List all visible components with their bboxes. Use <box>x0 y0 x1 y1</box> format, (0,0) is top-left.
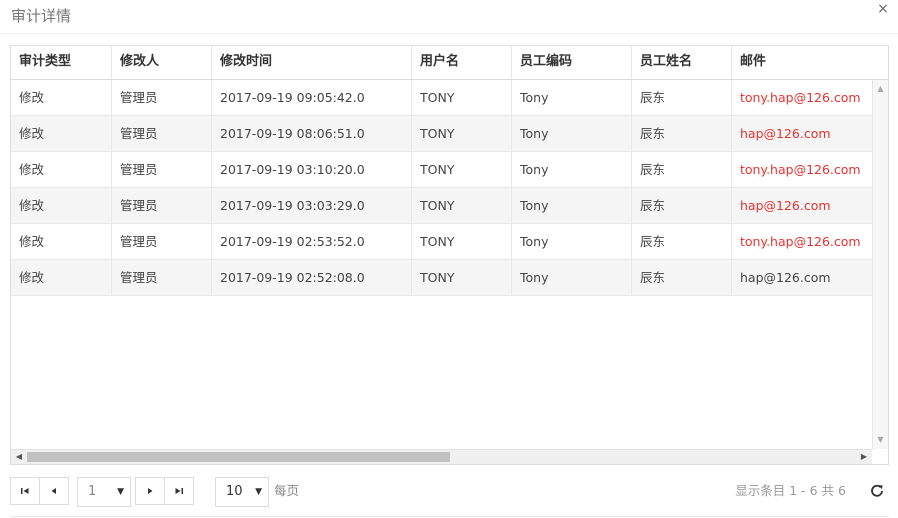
cell-employee-code: Tony <box>512 260 632 295</box>
next-page-icon[interactable] <box>135 477 165 505</box>
cell-employee-name: 辰东 <box>632 188 732 223</box>
cell-employee-code: Tony <box>512 152 632 187</box>
grid-body: 修改 管理员 2017-09-19 09:05:42.0 TONY Tony 辰东 tony… <box>11 80 872 296</box>
table-row[interactable]: 修改 管理员 2017-09-19 08:06:51.0 TONY Tony 辰东 hap@… <box>11 116 872 152</box>
refresh-icon[interactable] <box>869 483 885 499</box>
cell-modifier: 管理员 <box>112 152 212 187</box>
cell-email: tony.hap@126.com <box>740 162 861 177</box>
column-header-modifier[interactable]: 修改人 <box>112 46 212 79</box>
dialog-title: 审计详情 <box>11 7 72 25</box>
table-row[interactable]: 修改 管理员 2017-09-19 09:05:42.0 TONY Tony 辰东 tony… <box>11 80 872 116</box>
column-header-username[interactable]: 用户名 <box>412 46 512 79</box>
per-page-label: 每页 <box>274 483 300 498</box>
table-row[interactable]: 修改 管理员 2017-09-19 02:52:08.0 TONY Tony 辰东 hap@… <box>11 260 872 296</box>
column-header-employee-name[interactable]: 员工姓名 <box>632 46 732 79</box>
column-header-audit-type[interactable]: 审计类型 <box>11 46 112 79</box>
scroll-down-icon[interactable]: ▼ <box>873 433 888 447</box>
cell-modifier: 管理员 <box>112 188 212 223</box>
cell-email: hap@126.com <box>740 126 831 141</box>
cell-modify-time: 2017-09-19 03:03:29.0 <box>212 188 412 223</box>
cell-email: hap@126.com <box>740 270 831 285</box>
page-size-select[interactable]: 10 ▼ <box>215 477 269 507</box>
cell-employee-name: 辰东 <box>632 224 732 259</box>
cell-username: TONY <box>412 116 512 151</box>
cell-username: TONY <box>412 260 512 295</box>
horizontal-scrollbar[interactable]: ◀ ▶ <box>11 449 872 464</box>
column-header-modify-time[interactable]: 修改时间 <box>212 46 412 79</box>
column-header-email[interactable]: 邮件 <box>732 46 872 79</box>
cell-modify-time: 2017-09-19 02:53:52.0 <box>212 224 412 259</box>
cell-audit-type: 修改 <box>11 80 112 115</box>
cell-employee-name: 辰东 <box>632 260 732 295</box>
cell-modifier: 管理员 <box>112 80 212 115</box>
cell-employee-code: Tony <box>512 80 632 115</box>
cell-employee-code: Tony <box>512 224 632 259</box>
scroll-corner <box>872 449 888 464</box>
cell-modifier: 管理员 <box>112 224 212 259</box>
cell-audit-type: 修改 <box>11 116 112 151</box>
cell-username: TONY <box>412 224 512 259</box>
audit-detail-dialog: 审计详情 × 审计类型 修改人 修改时间 用户名 员工编码 员工姓名 邮件 修改… <box>0 0 898 518</box>
cell-audit-type: 修改 <box>11 188 112 223</box>
cell-audit-type: 修改 <box>11 224 112 259</box>
scroll-up-icon[interactable]: ▲ <box>873 82 888 96</box>
title-divider <box>0 33 898 34</box>
page-number-select[interactable]: 1 ▼ <box>77 477 131 507</box>
cell-employee-name: 辰东 <box>632 152 732 187</box>
cell-employee-name: 辰东 <box>632 80 732 115</box>
cell-modify-time: 2017-09-19 09:05:42.0 <box>212 80 412 115</box>
prev-page-icon[interactable] <box>39 477 69 505</box>
cell-email: hap@126.com <box>740 198 831 213</box>
pager-info: 显示条目 1 - 6 共 6 <box>735 483 846 498</box>
close-icon[interactable]: × <box>875 1 891 17</box>
cell-audit-type: 修改 <box>11 260 112 295</box>
last-page-icon[interactable] <box>164 477 194 505</box>
cell-username: TONY <box>412 80 512 115</box>
cell-modify-time: 2017-09-19 02:52:08.0 <box>212 260 412 295</box>
footer-divider <box>10 516 889 517</box>
first-page-icon[interactable] <box>10 477 40 505</box>
cell-email: tony.hap@126.com <box>740 234 861 249</box>
cell-employee-name: 辰东 <box>632 116 732 151</box>
cell-employee-code: Tony <box>512 116 632 151</box>
horizontal-scroll-thumb[interactable] <box>27 452 450 462</box>
page-size-value: 10 <box>226 484 243 499</box>
cell-employee-code: Tony <box>512 188 632 223</box>
cell-modifier: 管理员 <box>112 116 212 151</box>
header-scroll-spacer <box>872 46 888 79</box>
scroll-left-icon[interactable]: ◀ <box>12 450 26 464</box>
column-header-employee-code[interactable]: 员工编码 <box>512 46 632 79</box>
grid-header: 审计类型 修改人 修改时间 用户名 员工编码 员工姓名 邮件 <box>11 46 888 80</box>
table-row[interactable]: 修改 管理员 2017-09-19 02:53:52.0 TONY Tony 辰东 tony… <box>11 224 872 260</box>
cell-modify-time: 2017-09-19 03:10:20.0 <box>212 152 412 187</box>
vertical-scrollbar[interactable]: ▲ ▼ <box>872 80 888 449</box>
cell-username: TONY <box>412 152 512 187</box>
chevron-down-icon: ▼ <box>117 487 124 497</box>
cell-modifier: 管理员 <box>112 260 212 295</box>
cell-modify-time: 2017-09-19 08:06:51.0 <box>212 116 412 151</box>
current-page-value: 1 <box>88 484 97 499</box>
cell-audit-type: 修改 <box>11 152 112 187</box>
scroll-right-icon[interactable]: ▶ <box>857 450 871 464</box>
audit-grid: 审计类型 修改人 修改时间 用户名 员工编码 员工姓名 邮件 修改 管理员 2017… <box>10 45 889 465</box>
table-row[interactable]: 修改 管理员 2017-09-19 03:03:29.0 TONY Tony 辰东 hap@… <box>11 188 872 224</box>
pager: 1 ▼ 10 ▼ 每页 显示条目 1 - 6 共 6 <box>10 477 889 507</box>
chevron-down-icon: ▼ <box>255 487 262 497</box>
table-row[interactable]: 修改 管理员 2017-09-19 03:10:20.0 TONY Tony 辰东 tony… <box>11 152 872 188</box>
cell-username: TONY <box>412 188 512 223</box>
cell-email: tony.hap@126.com <box>740 90 861 105</box>
